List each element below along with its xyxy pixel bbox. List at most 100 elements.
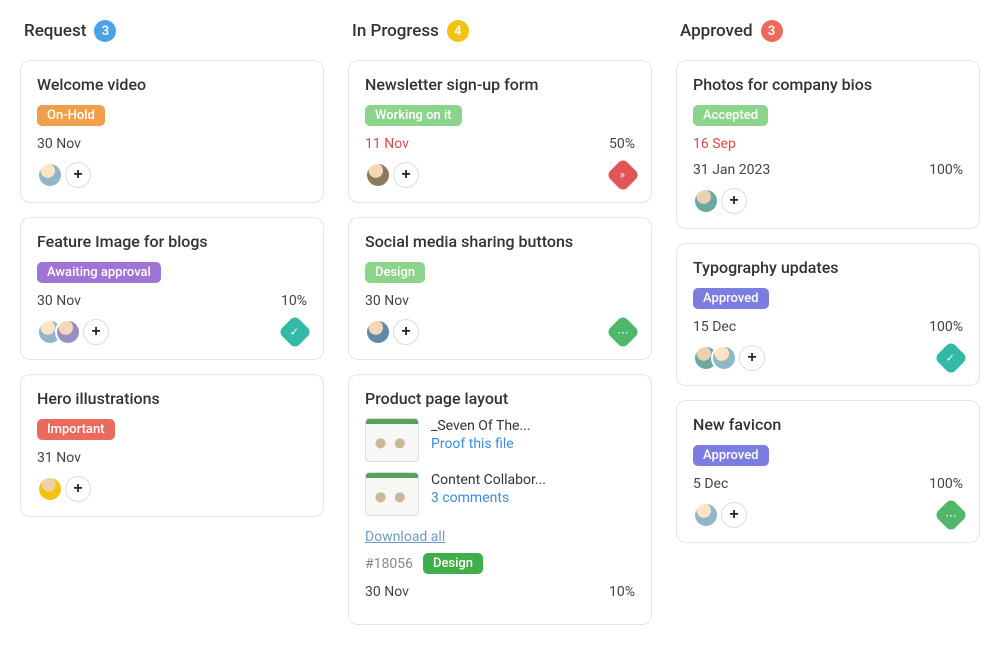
date-row: 30 Nov10% bbox=[37, 293, 307, 309]
add-assignee-button[interactable]: + bbox=[721, 502, 747, 528]
priority-glyph: ⋯ bbox=[618, 327, 629, 338]
attachment-action-link[interactable]: Proof this file bbox=[431, 436, 531, 452]
attachment-thumbnail bbox=[365, 418, 419, 462]
card-footer: + bbox=[693, 188, 963, 214]
priority-glyph: ✓ bbox=[290, 327, 299, 338]
task-id-row: #18056 Design bbox=[365, 553, 635, 574]
task-title: Typography updates bbox=[693, 258, 963, 277]
due-date: 16 Sep bbox=[693, 136, 736, 152]
board-column: Approved3Photos for company biosAccepted… bbox=[676, 20, 980, 639]
task-card[interactable]: Feature Image for blogs Awaiting approval… bbox=[20, 217, 324, 360]
date-row: 11 Nov 50% bbox=[365, 136, 635, 152]
add-assignee-button[interactable]: + bbox=[721, 188, 747, 214]
task-card[interactable]: Photos for company biosAccepted16 Sep31 … bbox=[676, 60, 980, 229]
task-card[interactable]: Product page layout _Seven Of The... Proof… bbox=[348, 374, 652, 625]
add-assignee-button[interactable]: + bbox=[739, 345, 765, 371]
date-row: 31 Nov bbox=[37, 450, 307, 466]
task-title: Product page layout bbox=[365, 389, 635, 408]
task-card[interactable]: Hero illustrationsImportant31 Nov+ bbox=[20, 374, 324, 517]
task-card[interactable]: Newsletter sign-up formWorking on it11 N… bbox=[348, 60, 652, 203]
status-tag: Important bbox=[37, 419, 115, 440]
board-column: In Progress 4 Newsletter sign-up formWorki… bbox=[348, 20, 652, 639]
progress-percent: 50% bbox=[609, 136, 635, 152]
task-title: Feature Image for blogs bbox=[37, 232, 307, 251]
avatar[interactable] bbox=[365, 162, 391, 188]
avatar-group: + bbox=[365, 162, 419, 188]
attachment-name: Content Collabor... bbox=[431, 472, 546, 488]
task-title: New favicon bbox=[693, 415, 963, 434]
avatar-group: + bbox=[693, 188, 747, 214]
due-date: 30 Nov bbox=[365, 584, 409, 600]
add-assignee-button[interactable]: + bbox=[65, 476, 91, 502]
column-title: In Progress bbox=[352, 21, 439, 41]
attachment-meta: Content Collabor... 3 comments bbox=[431, 472, 546, 506]
task-id: #18056 bbox=[365, 556, 413, 572]
column-count-badge: 3 bbox=[94, 20, 116, 42]
priority-glyph: ✓ bbox=[946, 353, 955, 364]
card-footer: +» bbox=[365, 162, 635, 188]
priority-icon: ⋯ bbox=[934, 498, 968, 532]
avatar[interactable] bbox=[711, 345, 737, 371]
add-assignee-button[interactable]: + bbox=[65, 162, 91, 188]
progress-percent: 10% bbox=[281, 293, 307, 309]
attachment-name: _Seven Of The... bbox=[431, 418, 531, 434]
attachment-thumbnail bbox=[365, 472, 419, 516]
priority-glyph: » bbox=[620, 170, 625, 181]
column-header: In Progress 4 bbox=[348, 20, 652, 42]
progress-percent: 100% bbox=[929, 476, 963, 492]
attachment[interactable]: Content Collabor... 3 comments bbox=[365, 472, 635, 516]
column-header: Approved 3 bbox=[676, 20, 980, 42]
task-card[interactable]: Typography updates Approved 15 Dec 100% + ✓ bbox=[676, 243, 980, 386]
avatar[interactable] bbox=[37, 476, 63, 502]
date-row: 15 Dec 100% bbox=[693, 319, 963, 335]
avatar[interactable] bbox=[55, 319, 81, 345]
due-date: 30 Nov bbox=[37, 136, 81, 152]
card-footer: +✓ bbox=[37, 319, 307, 345]
due-date: 31 Nov bbox=[37, 450, 81, 466]
avatar-group: + bbox=[37, 476, 91, 502]
add-assignee-button[interactable]: + bbox=[393, 319, 419, 345]
task-card[interactable]: New faviconApproved5 Dec100%+⋯ bbox=[676, 400, 980, 543]
task-card[interactable]: Welcome video On-Hold 30 Nov + bbox=[20, 60, 324, 203]
priority-glyph: ⋯ bbox=[946, 510, 957, 521]
due-date: 11 Nov bbox=[365, 136, 409, 152]
task-title: Welcome video bbox=[37, 75, 307, 94]
progress-percent: 100% bbox=[929, 319, 963, 335]
download-all-link[interactable]: Download all bbox=[365, 529, 445, 545]
attachment-action-link[interactable]: 3 comments bbox=[431, 490, 546, 506]
avatar[interactable] bbox=[693, 188, 719, 214]
column-title: Approved bbox=[680, 21, 753, 41]
task-card[interactable]: Social media sharing buttonsDesign30 Nov… bbox=[348, 217, 652, 360]
progress-percent: 100% bbox=[929, 162, 963, 178]
date-row: 30 Nov10% bbox=[365, 584, 635, 600]
status-tag: Design bbox=[423, 553, 483, 574]
card-footer: +⋯ bbox=[693, 502, 963, 528]
add-assignee-button[interactable]: + bbox=[393, 162, 419, 188]
status-tag: Approved bbox=[693, 288, 769, 309]
date-row: 5 Dec100% bbox=[693, 476, 963, 492]
priority-icon: ✓ bbox=[278, 315, 312, 349]
date-row-secondary: 31 Jan 2023100% bbox=[693, 162, 963, 178]
card-footer: + bbox=[37, 476, 307, 502]
column-count-badge: 4 bbox=[447, 20, 469, 42]
avatar[interactable] bbox=[37, 162, 63, 188]
attachment-meta: _Seven Of The... Proof this file bbox=[431, 418, 531, 452]
avatar-group: + bbox=[37, 162, 91, 188]
date-row: 30 Nov bbox=[37, 136, 307, 152]
date-row: 30 Nov bbox=[365, 293, 635, 309]
task-title: Newsletter sign-up form bbox=[365, 75, 635, 94]
avatar[interactable] bbox=[365, 319, 391, 345]
status-tag: Accepted bbox=[693, 105, 768, 126]
add-assignee-button[interactable]: + bbox=[83, 319, 109, 345]
date-row: 16 Sep bbox=[693, 136, 963, 152]
status-tag: Awaiting approval bbox=[37, 262, 161, 283]
status-tag: On-Hold bbox=[37, 105, 105, 126]
avatar[interactable] bbox=[693, 502, 719, 528]
priority-icon: » bbox=[606, 158, 640, 192]
column-count-badge: 3 bbox=[761, 20, 783, 42]
column-header: Request3 bbox=[20, 20, 324, 42]
due-date: 15 Dec bbox=[693, 319, 736, 335]
avatar-group: + bbox=[693, 345, 765, 371]
avatar-group: + bbox=[37, 319, 109, 345]
attachment[interactable]: _Seven Of The... Proof this file bbox=[365, 418, 635, 462]
